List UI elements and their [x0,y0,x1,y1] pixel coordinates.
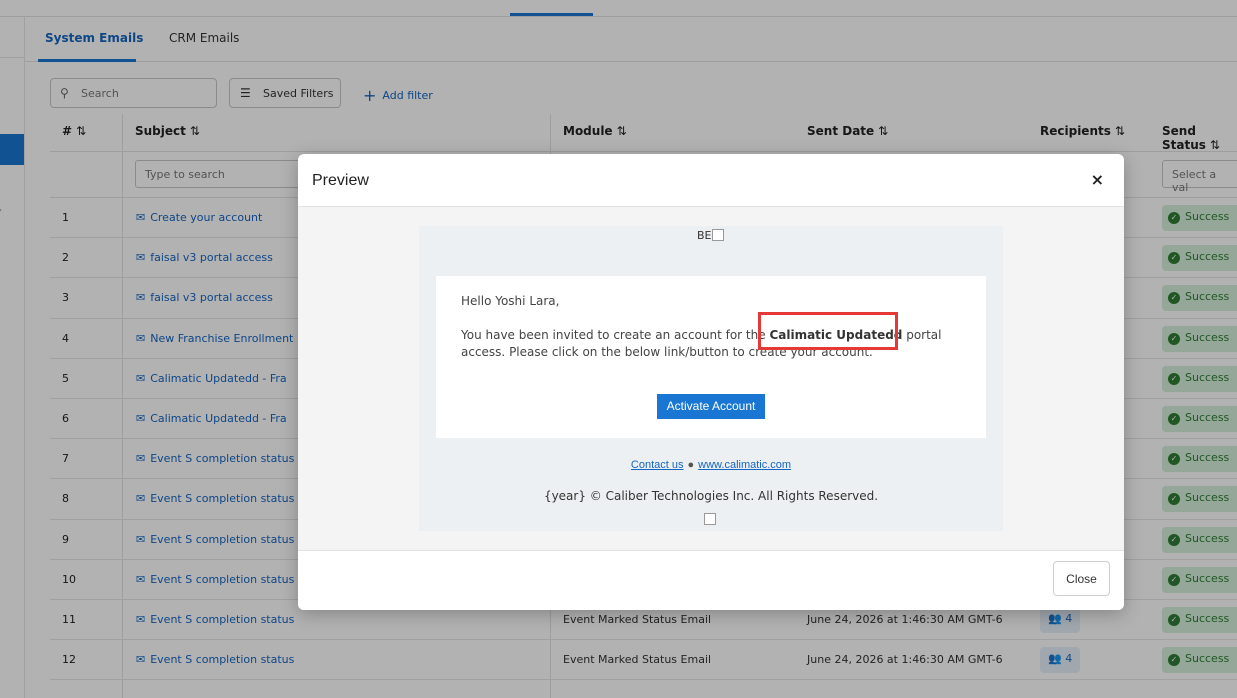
website-link[interactable]: www.calimatic.com [698,459,791,471]
email-greeting: Hello Yoshi Lara, [461,294,560,308]
link-separator: ● [687,459,695,471]
broken-logo-image: BE [697,229,724,242]
email-copyright: {year} © Caliber Technologies Inc. All R… [543,489,879,503]
highlight-annotation [758,312,898,350]
email-card: Hello Yoshi Lara, You have been invited … [436,276,986,438]
contact-us-link[interactable]: Contact us [631,459,684,471]
email-preview: BE Hello Yoshi Lara, You have been invit… [419,226,1003,531]
modal-header: Preview × [298,154,1124,207]
email-footer-links: Contact us ● www.calimatic.com [419,459,1003,471]
broken-footer-image-icon [704,513,716,525]
modal-footer: Close [298,550,1124,610]
modal-body: BE Hello Yoshi Lara, You have been invit… [298,207,1124,550]
close-button[interactable]: Close [1053,561,1110,596]
invite-text-start: You have been invited to create an accou… [461,328,770,342]
preview-modal: Preview × BE Hello Yoshi Lara, You have … [298,154,1124,610]
broken-image-icon [711,229,724,241]
close-icon[interactable]: × [1091,170,1104,189]
modal-title: Preview [312,172,369,189]
activate-account-button[interactable]: Activate Account [657,394,765,419]
logo-alt-text: BE [697,229,712,242]
